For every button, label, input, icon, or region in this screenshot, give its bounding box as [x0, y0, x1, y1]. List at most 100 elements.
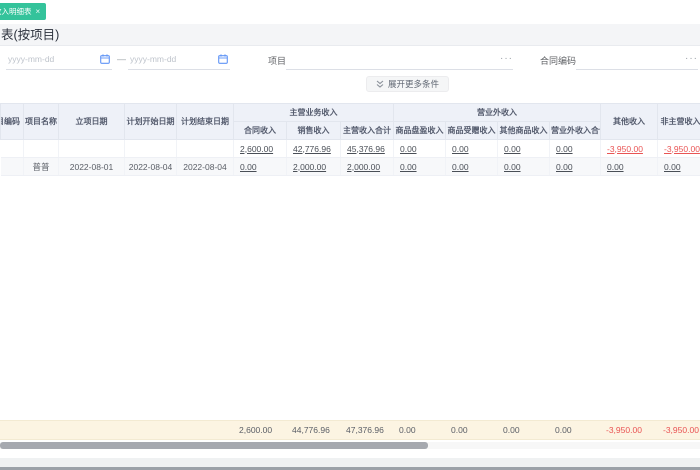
amount-link[interactable]: 42,776.96	[293, 144, 331, 154]
header-sub-1-2: 其他商品收入	[497, 121, 550, 140]
tab-income-detail-report[interactable]: 收入明细表 ×	[0, 3, 47, 20]
cell-plan-start-date: 2022-08-04	[124, 157, 177, 176]
cell-amount: 45,376.96	[340, 139, 394, 158]
cell-plan-end-date	[176, 139, 234, 158]
cell-amount: 2,000.00	[340, 157, 394, 176]
cell-amount: 0.00	[549, 139, 601, 158]
amount-link[interactable]: 2,600.00	[240, 144, 273, 154]
amount-link[interactable]: 0.00	[607, 162, 624, 172]
total-empty-cell	[0, 420, 23, 440]
amount-link[interactable]: 2,000.00	[293, 162, 326, 172]
date-range-separator: —	[117, 54, 126, 64]
app-window: 收入明细表 × 表(按项目) yyyy-mm-dd — yyyy-mm-dd 项…	[0, 0, 700, 470]
date-end-placeholder: yyyy-mm-dd	[130, 54, 177, 64]
project-input[interactable]: ···	[286, 50, 513, 70]
header-group-0: 主营业务收入	[233, 103, 394, 122]
header-sub-1-1: 商品受赠收入	[445, 121, 498, 140]
header-group-1: 营业外收入	[393, 103, 601, 122]
title-bar: 表(按项目)	[0, 24, 700, 46]
horizontal-scrollbar-thumb[interactable]	[0, 442, 428, 449]
header-col1: 项目名称	[23, 103, 59, 140]
date-start-input[interactable]: yyyy-mm-dd	[6, 50, 112, 70]
cell-project-code	[0, 157, 24, 176]
chevron-double-down-icon	[376, 80, 384, 89]
contract-code-input[interactable]: ···	[576, 50, 698, 70]
totals-row-inner: 2,600.00 44,776.96 47,376.96 0.00 0.00 0.00 0.…	[0, 420, 700, 440]
amount-link[interactable]: 2,000.00	[347, 162, 380, 172]
amount-link[interactable]: -3,950.00	[664, 144, 700, 154]
header-col2: 立项日期	[58, 103, 125, 140]
date-end-input[interactable]: yyyy-mm-dd	[128, 50, 230, 70]
amount-link[interactable]: 0.00	[556, 162, 573, 172]
calendar-icon[interactable]	[100, 54, 110, 64]
cell-amount: 0.00	[497, 139, 550, 158]
total-amount: -3,950.00	[600, 420, 657, 440]
cell-amount: 0.00	[445, 157, 498, 176]
cell-project-name: 普普	[23, 157, 59, 176]
cell-plan-end-date: 2022-08-04	[176, 157, 234, 176]
date-start-placeholder: yyyy-mm-dd	[8, 54, 55, 64]
expand-more-label: 展开更多条件	[388, 79, 440, 89]
header-tail-0: 其他收入	[600, 103, 658, 140]
amount-link[interactable]: 0.00	[452, 144, 469, 154]
project-label: 项目	[268, 56, 287, 66]
total-amount: -3,950.00	[657, 420, 700, 440]
report-table-inner: 项目编码项目名称立项日期计划开始日期计划结束日期主营业务收入营业外收入其他收入非…	[0, 103, 700, 176]
calendar-icon[interactable]	[218, 54, 228, 64]
amount-link[interactable]: 0.00	[240, 162, 257, 172]
header-tail-1: 非主营收入合计	[657, 103, 700, 140]
amount-link[interactable]: 45,376.96	[347, 144, 385, 154]
table-row: 2,600.00 42,776.96 45,376.96 0.00 0.00 0.00 0.…	[0, 139, 700, 158]
page-title: 表(按项目)	[1, 28, 60, 42]
header-project-code: 项目编码	[0, 103, 24, 140]
cell-amount: 0.00	[445, 139, 498, 158]
header-col4: 计划结束日期	[176, 103, 234, 140]
totals-row: 2,600.00 44,776.96 47,376.96 0.00 0.00 0.00 0.…	[0, 420, 700, 440]
header-sub-1-0: 商品盘盈收入	[393, 121, 446, 140]
cell-amount: 0.00	[600, 157, 658, 176]
tab-label: 收入明细表	[0, 7, 32, 16]
cell-amount: -3,950.00	[600, 139, 658, 158]
project-picker-icon[interactable]: ···	[500, 53, 513, 64]
cell-amount: 0.00	[233, 157, 287, 176]
header-col3: 计划开始日期	[124, 103, 177, 140]
cell-amount: 2,000.00	[286, 157, 341, 176]
amount-link[interactable]: 0.00	[400, 144, 417, 154]
cell-amount: 42,776.96	[286, 139, 341, 158]
cell-founded-date	[58, 139, 125, 158]
expand-more-button[interactable]: 展开更多条件	[366, 76, 450, 92]
amount-link[interactable]: 0.00	[504, 162, 521, 172]
amount-link[interactable]: -3,950.00	[607, 144, 643, 154]
header-sub-0-2: 主营收入合计	[340, 121, 394, 140]
cell-plan-start-date	[124, 139, 177, 158]
total-amount: 0.00	[393, 420, 445, 440]
total-amount: 47,376.96	[340, 420, 393, 440]
total-empty-cell	[58, 420, 124, 440]
cell-project-code	[0, 139, 24, 158]
horizontal-scrollbar	[0, 442, 700, 449]
totals-table-inner: 2,600.00 44,776.96 47,376.96 0.00 0.00 0.00 0.…	[0, 420, 700, 440]
cell-amount: 0.00	[657, 157, 700, 176]
amount-link[interactable]: 0.00	[556, 144, 573, 154]
filter-bar: yyyy-mm-dd — yyyy-mm-dd 项目 ··· 合同编码 ···	[0, 46, 700, 74]
contract-picker-icon[interactable]: ···	[685, 53, 698, 64]
cell-founded-date: 2022-08-01	[58, 157, 125, 176]
amount-link[interactable]: 0.00	[400, 162, 417, 172]
total-empty-cell	[124, 420, 176, 440]
cell-amount: 0.00	[393, 157, 446, 176]
amount-link[interactable]: 0.00	[664, 162, 681, 172]
cell-amount: 0.00	[497, 157, 550, 176]
total-amount: 0.00	[549, 420, 600, 440]
total-amount: 0.00	[445, 420, 497, 440]
table-row: 普普 2022-08-01 2022-08-04 2022-08-04 0.00 2,00…	[0, 157, 700, 176]
cell-amount: -3,950.00	[657, 139, 700, 158]
header-sub-0-0: 合同收入	[233, 121, 287, 140]
close-icon[interactable]: ×	[36, 7, 41, 16]
cell-amount: 0.00	[549, 157, 601, 176]
amount-link[interactable]: 0.00	[452, 162, 469, 172]
total-amount: 0.00	[497, 420, 549, 440]
total-empty-cell	[23, 420, 58, 440]
cell-amount: 0.00	[393, 139, 446, 158]
amount-link[interactable]: 0.00	[504, 144, 521, 154]
cell-project-name	[23, 139, 59, 158]
